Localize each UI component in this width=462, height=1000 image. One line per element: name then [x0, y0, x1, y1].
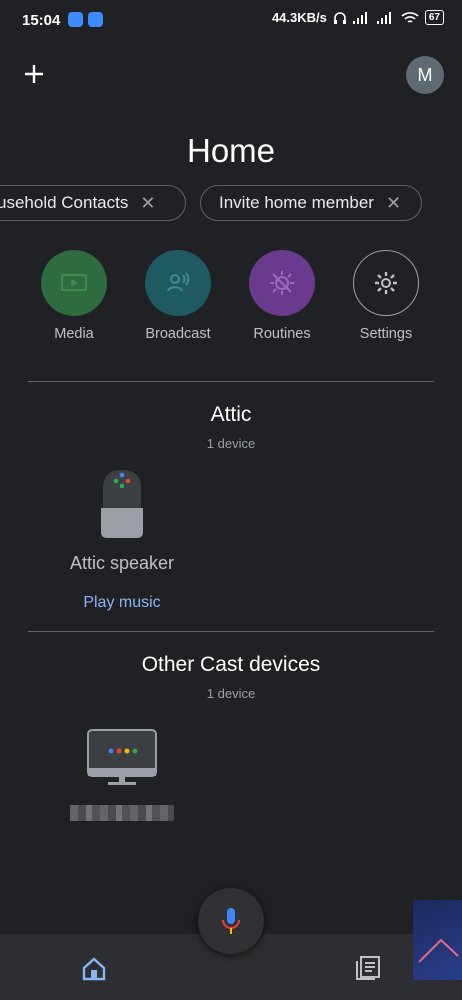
device-name[interactable]: Attic speaker: [40, 553, 204, 574]
media-icon: [61, 274, 87, 291]
network-speed: 44.3KB/s: [271, 10, 327, 25]
media-button[interactable]: Media: [29, 250, 119, 342]
blurred-device-name: [70, 805, 174, 821]
room-device-count: 1 device: [206, 436, 256, 451]
close-icon[interactable]: ✕: [386, 193, 401, 214]
routines-icon: [270, 271, 294, 295]
divider: [28, 381, 434, 382]
divider: [28, 631, 434, 632]
microphone-icon: [222, 908, 240, 934]
app-notification-icon: [88, 12, 103, 27]
chart-thumbnail-icon: [418, 938, 459, 963]
feed-tab[interactable]: [354, 954, 382, 982]
routines-label: Routines: [253, 326, 311, 342]
household-contacts-chip[interactable]: usehold Contacts ✕: [0, 185, 186, 221]
status-indicators: 44.3KB/s 67: [272, 10, 444, 25]
feed-icon: [356, 956, 380, 980]
play-music-link[interactable]: Play music: [40, 594, 204, 612]
room-title-other-cast: Other Cast devices: [141, 653, 321, 676]
room-device-count: 1 device: [206, 686, 256, 701]
chip-label: Invite home member: [219, 193, 374, 212]
settings-circle: [353, 250, 419, 316]
plus-icon: [25, 65, 43, 83]
media-circle: [41, 250, 107, 316]
broadcast-label: Broadcast: [145, 326, 211, 342]
microphone-button[interactable]: [198, 888, 264, 954]
status-time: 15:04: [22, 12, 61, 29]
headphones-icon: [333, 11, 346, 24]
settings-button[interactable]: Settings: [341, 250, 431, 342]
routines-button[interactable]: Routines: [237, 250, 327, 342]
media-label: Media: [54, 326, 94, 342]
home-icon: [82, 957, 106, 981]
broadcast-button[interactable]: Broadcast: [133, 250, 223, 342]
add-button[interactable]: [18, 58, 50, 90]
routines-circle: [249, 250, 315, 316]
overlay-thumbnail: [413, 900, 462, 980]
speaker-icon: [101, 470, 143, 538]
broadcast-circle: [145, 250, 211, 316]
cast-device-tile[interactable]: [86, 728, 158, 788]
close-icon[interactable]: ✕: [140, 193, 155, 214]
room-title-attic: Attic: [210, 403, 252, 426]
app-notification-icon: [68, 12, 83, 27]
signal-icon: [376, 11, 391, 24]
battery-indicator: 67: [424, 10, 444, 25]
avatar[interactable]: M: [406, 56, 444, 94]
attic-speaker-tile[interactable]: [97, 468, 147, 540]
home-tab[interactable]: [80, 955, 108, 983]
chip-label: usehold Contacts: [0, 193, 129, 212]
gear-icon: [375, 272, 397, 294]
signal-icon: [352, 11, 367, 24]
broadcast-icon: [167, 272, 190, 292]
wifi-icon: [401, 11, 419, 23]
invite-member-chip[interactable]: Invite home member ✕: [200, 185, 422, 221]
page-title: Home: [186, 132, 276, 169]
display-icon: [87, 729, 157, 785]
settings-label: Settings: [359, 326, 413, 342]
